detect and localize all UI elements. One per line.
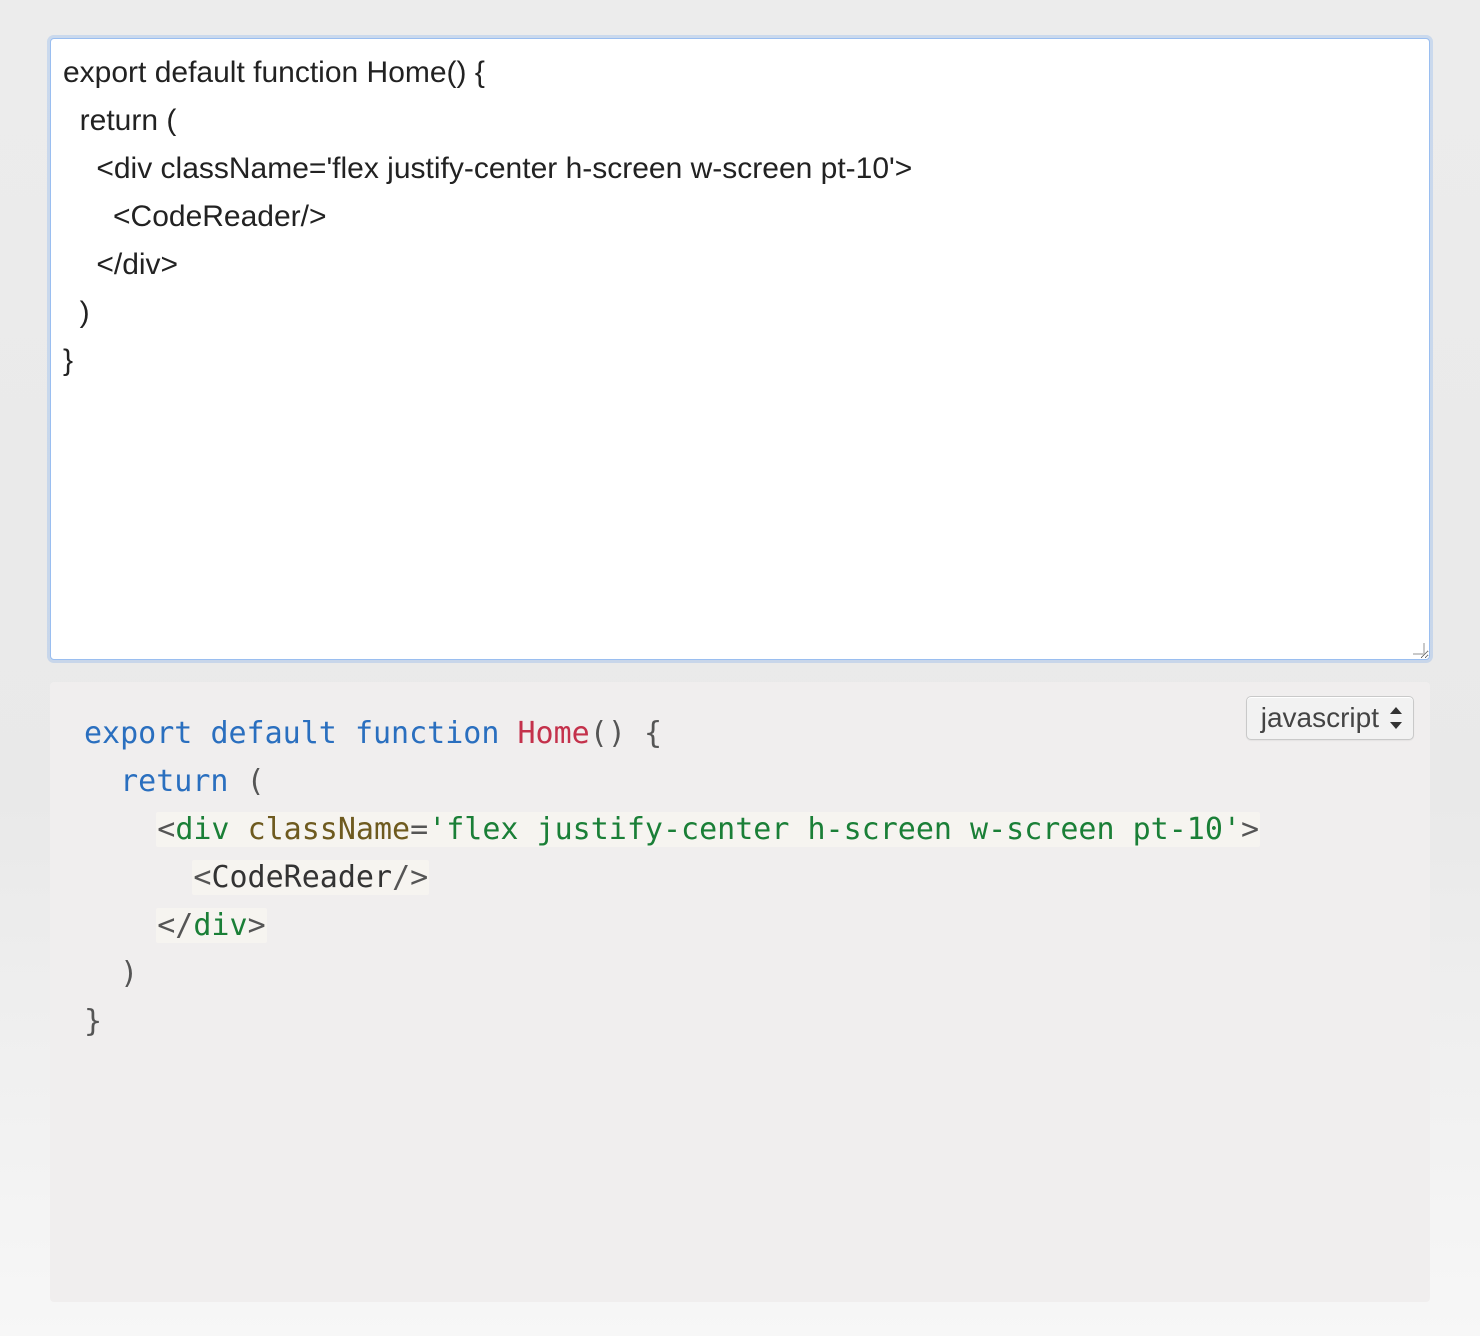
keyword-export: export — [84, 716, 192, 751]
attr-classname: className — [248, 812, 411, 847]
function-name: Home — [518, 716, 590, 751]
code-input[interactable] — [51, 39, 1429, 659]
paren-open-2: ( — [247, 764, 265, 799]
brace-open: { — [644, 716, 662, 751]
keyword-function: function — [355, 716, 500, 751]
jsx-div-open: <div className='flex justify-center h-sc… — [156, 812, 1260, 847]
keyword-default: default — [210, 716, 336, 751]
paren-open: ( — [590, 716, 608, 751]
code-input-box — [50, 38, 1430, 660]
language-select[interactable]: javascript — [1246, 696, 1414, 740]
highlighted-code: export default function Home() { return … — [84, 710, 1396, 1046]
jsx-div-close: </div> — [156, 908, 266, 943]
brace-close: } — [84, 1004, 102, 1039]
paren-close: ) — [608, 716, 626, 751]
chevron-updown-icon — [1389, 707, 1403, 729]
attr-classname-value: 'flex justify-center h-screen w-screen p… — [428, 812, 1241, 847]
jsx-codereader: <CodeReader/> — [192, 860, 429, 895]
app-root: javascript export default function Home(… — [0, 0, 1480, 1302]
code-output-panel: javascript export default function Home(… — [50, 682, 1430, 1302]
language-select-value: javascript — [1261, 701, 1379, 735]
keyword-return: return — [120, 764, 228, 799]
paren-close-2: ) — [120, 956, 138, 991]
